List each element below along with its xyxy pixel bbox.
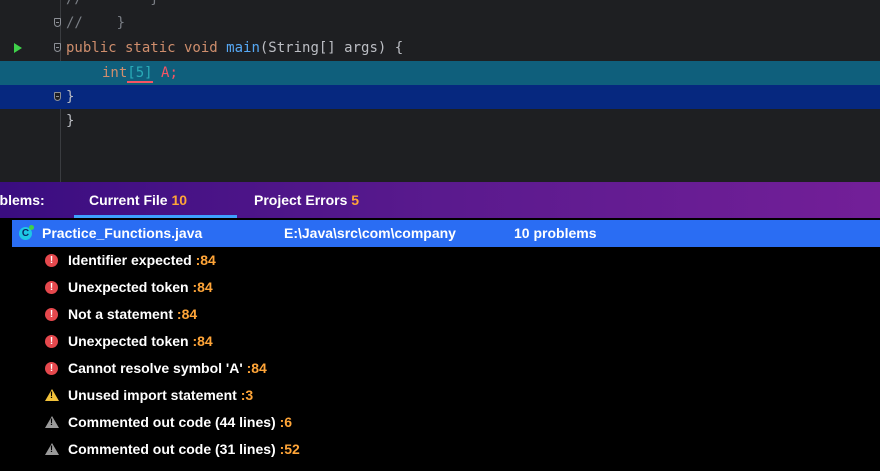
- file-node[interactable]: C Practice_Functions.java E:\Java\src\co…: [12, 220, 880, 247]
- problem-line: :3: [240, 387, 254, 403]
- fold-icon[interactable]: [54, 43, 61, 52]
- problem-line: :84: [246, 360, 267, 376]
- problem-line: :6: [279, 414, 293, 430]
- problem-message: Cannot resolve symbol 'A': [68, 360, 243, 376]
- tab-count: 10: [171, 192, 188, 208]
- variable-token: A;: [152, 65, 178, 81]
- code-text: }: [66, 89, 75, 105]
- problem-message: Unexpected token: [68, 333, 189, 349]
- problem-message: Not a statement: [68, 306, 174, 322]
- file-problem-count: 10 problems: [514, 225, 597, 241]
- problem-message: Identifier expected: [68, 252, 192, 268]
- error-icon: !: [45, 308, 58, 321]
- keyword-token: public static void: [66, 40, 227, 56]
- problem-line: :84: [195, 252, 216, 268]
- number-token: 5: [135, 65, 145, 81]
- weak-warning-icon: [45, 443, 59, 455]
- bracket-token: ]: [144, 65, 153, 81]
- error-icon: !: [45, 362, 58, 375]
- code-line[interactable]: // }: [0, 0, 880, 11]
- problem-line: :52: [279, 441, 300, 457]
- error-icon: !: [45, 254, 58, 267]
- problem-line: :84: [192, 279, 213, 295]
- code-text: public static void main(String[] args) {: [66, 36, 403, 60]
- ide-window: // } // } public static void main(String…: [0, 0, 880, 471]
- run-icon[interactable]: [14, 43, 22, 53]
- bracket-token: [: [127, 65, 136, 81]
- problems-list[interactable]: C Practice_Functions.java E:\Java\src\co…: [0, 218, 880, 471]
- code-text: int[5] A;: [102, 61, 178, 85]
- tab-count: 5: [351, 192, 360, 208]
- function-token: main: [226, 40, 260, 56]
- fold-icon[interactable]: [54, 92, 61, 101]
- keyword-token: int: [102, 65, 128, 81]
- error-token: [5]: [127, 65, 153, 83]
- code-line-current[interactable]: int[5] A;: [0, 61, 880, 85]
- code-text: // }: [66, 15, 126, 31]
- file-path: E:\Java\src\com\company: [284, 225, 456, 241]
- problems-header: oblems: Current File 10 Project Errors 5: [0, 182, 880, 218]
- problems-title: oblems:: [0, 192, 45, 208]
- code-text: }: [66, 113, 75, 129]
- java-class-icon: C: [19, 225, 34, 240]
- file-name: Practice_Functions.java: [42, 225, 203, 241]
- problem-line: :84: [192, 333, 213, 349]
- warning-icon: [45, 389, 59, 401]
- problem-message: Unexpected token: [68, 279, 189, 295]
- problem-message: Unused import statement: [68, 387, 237, 403]
- problem-line: :84: [176, 306, 198, 322]
- params-token: (String[] args) {: [259, 40, 404, 56]
- code-line[interactable]: // }: [0, 11, 880, 35]
- code-text: // }: [66, 0, 159, 11]
- code-line[interactable]: }: [0, 109, 880, 133]
- weak-warning-icon: [45, 416, 59, 428]
- error-icon: !: [45, 281, 58, 294]
- tab-label: Current File: [89, 192, 168, 208]
- tab-current-file[interactable]: Current File 10: [89, 182, 187, 218]
- fold-icon[interactable]: [54, 18, 61, 27]
- tab-project-errors[interactable]: Project Errors 5: [254, 182, 359, 218]
- problem-message: Commented out code (31 lines): [68, 441, 276, 457]
- code-line[interactable]: }: [0, 85, 880, 109]
- problem-message: Commented out code (44 lines): [68, 414, 276, 430]
- tab-label: Project Errors: [254, 192, 348, 208]
- code-editor[interactable]: // } // } public static void main(String…: [0, 0, 880, 182]
- error-icon: !: [45, 335, 58, 348]
- code-line-main[interactable]: public static void main(String[] args) {: [0, 36, 880, 60]
